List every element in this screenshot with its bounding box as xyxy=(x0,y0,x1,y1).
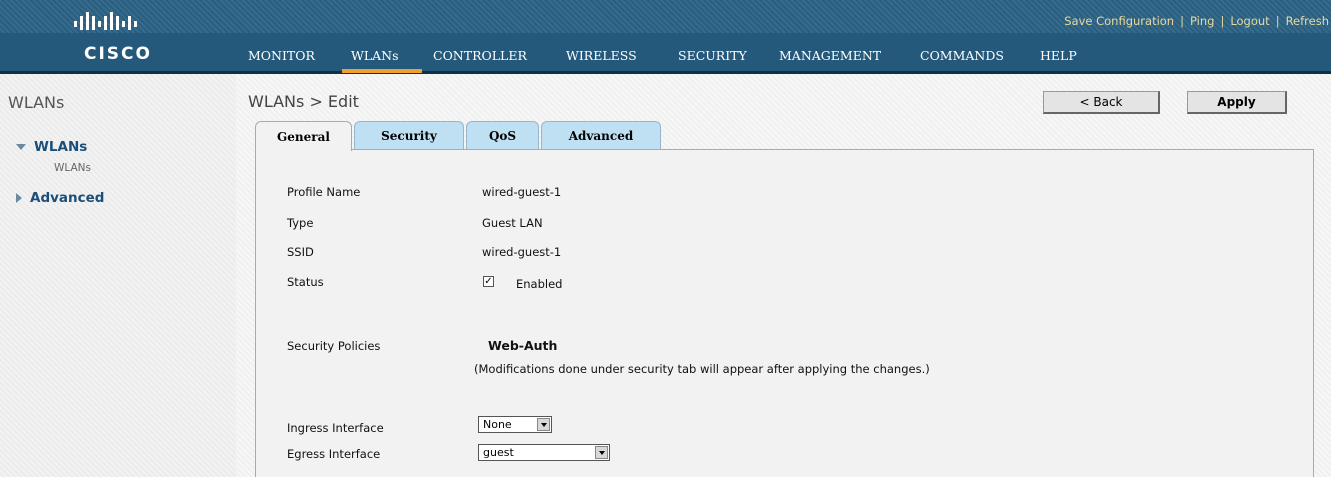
refresh-link[interactable]: Refresh xyxy=(1286,14,1329,28)
tab-qos[interactable]: QoS xyxy=(466,121,539,149)
save-configuration-link[interactable]: Save Configuration xyxy=(1064,14,1174,28)
ssid-value: wired-guest-1 xyxy=(482,245,562,259)
apply-button[interactable]: Apply xyxy=(1187,91,1287,114)
cisco-logo-text: CISCO xyxy=(84,44,152,64)
egress-interface-selected: guest xyxy=(483,446,514,459)
nav-help[interactable]: HELP xyxy=(1040,48,1077,63)
sidebar-item-advanced[interactable]: Advanced xyxy=(16,190,104,206)
link-separator: | xyxy=(1180,14,1184,28)
sidebar-subitem-wlans[interactable]: WLANs xyxy=(54,162,91,174)
nav-monitor[interactable]: MONITOR xyxy=(248,48,315,63)
nav-controller[interactable]: CONTROLLER xyxy=(433,48,527,63)
ingress-interface-select[interactable]: None xyxy=(478,416,552,433)
type-value: Guest LAN xyxy=(482,216,543,230)
cisco-logo-icon xyxy=(74,12,137,30)
nav-security[interactable]: SECURITY xyxy=(678,48,747,63)
security-policies-value: Web-Auth xyxy=(488,338,558,353)
ping-link[interactable]: Ping xyxy=(1190,14,1214,28)
sidebar-item-label: WLANs xyxy=(34,139,88,155)
nav-wireless[interactable]: WIRELESS xyxy=(566,48,637,63)
security-policies-label: Security Policies xyxy=(287,339,381,353)
link-separator: | xyxy=(1275,14,1280,28)
type-label: Type xyxy=(287,216,314,230)
egress-interface-label: Egress Interface xyxy=(287,447,381,461)
status-enabled-checkbox[interactable]: ✓ xyxy=(483,276,494,287)
expanded-arrow-icon xyxy=(16,144,26,150)
tab-advanced[interactable]: Advanced xyxy=(541,121,661,149)
sidebar-title: WLANs xyxy=(8,93,65,112)
chevron-down-icon xyxy=(595,446,608,459)
nav-wlans[interactable]: WLANs xyxy=(351,48,399,63)
logout-link[interactable]: Logout xyxy=(1230,14,1269,28)
tab-security[interactable]: Security xyxy=(354,121,464,149)
chevron-down-icon xyxy=(537,418,550,431)
egress-interface-select[interactable]: guest xyxy=(478,444,610,461)
security-policies-note: (Modifications done under security tab w… xyxy=(474,362,930,376)
status-enabled-label: Enabled xyxy=(516,277,563,291)
page-title: WLANs > Edit xyxy=(248,92,359,111)
sidebar-item-label: Advanced xyxy=(30,190,105,206)
status-label: Status xyxy=(287,275,324,289)
nav-management[interactable]: MANAGEMENT xyxy=(779,48,881,63)
profile-name-value: wired-guest-1 xyxy=(482,185,562,199)
ssid-label: SSID xyxy=(287,245,314,259)
main-nav-bar xyxy=(0,33,1331,71)
link-separator: | xyxy=(1220,14,1225,28)
nav-commands[interactable]: COMMANDS xyxy=(920,48,1004,63)
profile-name-label: Profile Name xyxy=(287,185,361,199)
sidebar-item-wlans[interactable]: WLANs xyxy=(16,139,87,155)
tab-general[interactable]: General xyxy=(255,121,352,151)
ingress-interface-selected: None xyxy=(483,418,512,431)
ingress-interface-label: Ingress Interface xyxy=(287,421,384,435)
left-sidebar xyxy=(0,74,236,477)
collapsed-arrow-icon xyxy=(16,193,22,203)
top-links: Save Configuration | Ping | Logout | Ref… xyxy=(1064,13,1329,29)
back-button[interactable]: < Back xyxy=(1043,91,1160,114)
nav-active-indicator xyxy=(342,69,422,73)
general-tab-panel xyxy=(255,149,1314,477)
